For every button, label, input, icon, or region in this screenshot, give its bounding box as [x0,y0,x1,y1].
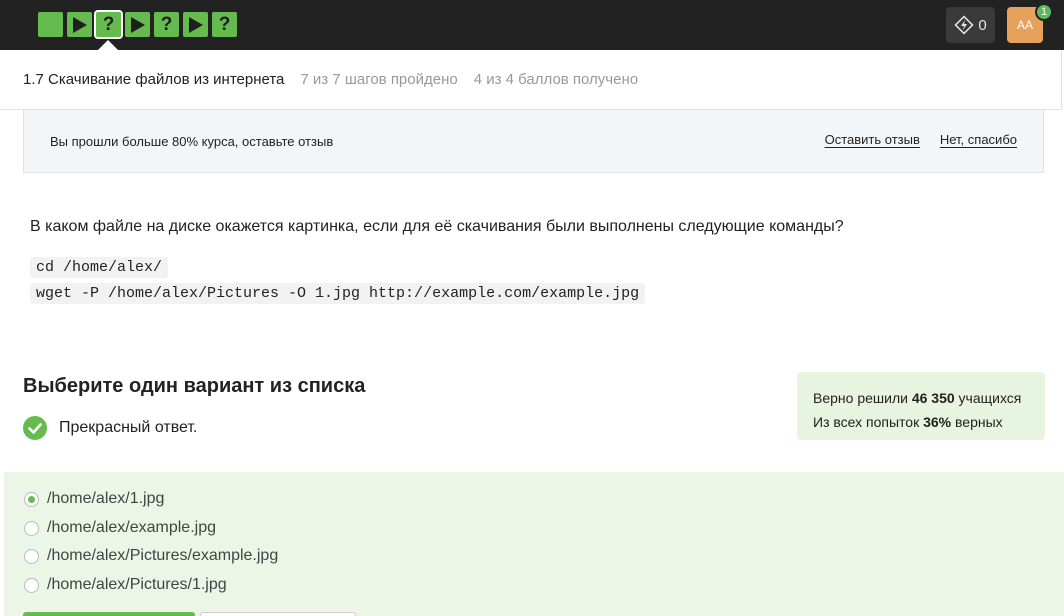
avatar-initials: AA [1016,18,1033,32]
attempts-stat: Из всех попыток 36% верных [813,410,1029,434]
radio-button[interactable] [24,577,39,593]
review-banner: Вы прошли больше 80% курса, оставьте отз… [23,110,1044,173]
check-circle-icon [23,416,47,440]
lesson-steps: ? ? ? [38,10,237,39]
option-label: /home/alex/example.jpg [47,519,216,536]
lesson-title: 1.7 Скачивание файлов из интернета [23,71,285,88]
play-icon [72,16,87,33]
correct-feedback: Прекрасный ответ. [23,416,197,440]
notification-badge: 1 [1035,3,1053,21]
question-text: В каком файле на диске окажется картинка… [30,218,844,235]
code-line-2: wget -P /home/alex/Pictures -O 1.jpg htt… [30,283,646,304]
question-mark-icon: ? [160,14,173,35]
option-label: /home/alex/Pictures/1.jpg [47,576,227,593]
radio-button[interactable] [24,520,39,536]
solved-suffix: учащихся [954,390,1022,406]
option-label: /home/alex/Pictures/example.jpg [47,547,279,564]
attempts-prefix: Из всех попыток [813,414,924,430]
answer-options: /home/alex/1.jpg /home/alex/example.jpg … [4,472,1064,616]
option-label: /home/alex/1.jpg [47,490,165,507]
option-3[interactable]: /home/alex/Pictures/example.jpg [24,547,278,565]
step-3-quiz[interactable]: ? [94,10,123,39]
radio-button[interactable] [24,491,39,507]
steps-progress: 7 из 7 шагов пройдено [300,71,458,88]
score: 4 из 4 баллов получено [473,71,639,88]
attempts-percent: 36% [923,414,952,430]
step-6-video[interactable] [183,12,208,37]
option-1[interactable]: /home/alex/1.jpg [24,490,164,508]
attempts-suffix: верных [951,414,1003,430]
question-mark-icon: ? [218,14,231,35]
energy-button[interactable]: 0 [946,7,995,43]
current-step-pointer [98,40,118,50]
lesson-header: 1.7 Скачивание файлов из интернета 7 из … [0,50,1062,110]
review-actions: Оставить отзыв Нет, спасибо [825,132,1017,147]
choose-heading: Выберите один вариант из списка [23,375,366,397]
review-message: Вы прошли больше 80% курса, оставьте отз… [50,133,334,149]
energy-count: 0 [978,16,987,34]
next-step-button[interactable] [23,612,195,616]
solved-prefix: Верно решили [813,390,912,406]
solve-again-button[interactable] [200,612,356,616]
solved-stat: Верно решили 46 350 учащихся [813,386,1029,410]
feedback-text: Прекрасный ответ. [59,419,198,436]
step-5-quiz[interactable]: ? [154,12,179,37]
solved-count: 46 350 [911,390,955,406]
play-icon [188,16,203,33]
step-1-text[interactable] [38,12,63,37]
code-line-1: cd /home/alex/ [30,257,169,278]
no-thanks-link[interactable]: Нет, спасибо [940,132,1017,147]
play-icon [130,16,145,33]
question-mark-icon: ? [102,14,115,35]
step-2-video[interactable] [67,12,92,37]
notification-count: 1 [1040,6,1048,18]
step-4-video[interactable] [125,12,150,37]
solution-stats: Верно решили 46 350 учащихся Из всех поп… [797,372,1045,440]
top-navigation-bar: ? ? ? 0 AA 1 [0,0,1064,50]
option-2[interactable]: /home/alex/example.jpg [24,519,216,537]
lightning-icon [954,15,974,35]
option-4[interactable]: /home/alex/Pictures/1.jpg [24,576,227,594]
step-7-quiz[interactable]: ? [212,12,237,37]
leave-review-link[interactable]: Оставить отзыв [825,132,920,147]
radio-button[interactable] [24,548,39,564]
